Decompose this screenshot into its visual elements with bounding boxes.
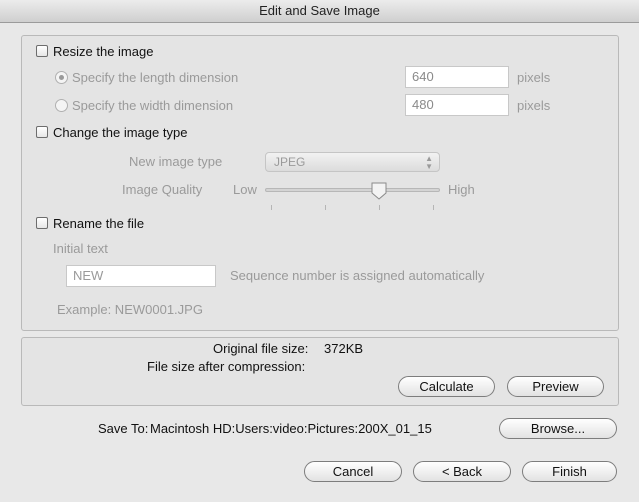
sequence-note: Sequence number is assigned automaticall… [230,268,485,283]
compressed-size-label: File size after compression: [147,359,306,374]
original-size-label: Original file size: [213,341,309,356]
rename-checkbox[interactable] [36,217,48,229]
rename-checkbox-label: Rename the file [53,216,145,231]
save-to-label: Save To: [98,421,149,436]
slider-tick [325,205,326,210]
quality-high-label: High [448,182,475,197]
length-dimension-radio[interactable] [55,71,68,84]
browse-button[interactable]: Browse... [499,418,617,439]
change-type-checkbox[interactable] [36,126,48,138]
change-type-checkbox-label: Change the image type [53,125,188,140]
slider-tick [271,205,272,210]
initial-text-label: Initial text [53,241,108,256]
initial-text-input[interactable]: NEW [66,265,216,287]
length-dimension-label: Specify the length dimension [72,70,239,85]
width-unit-label: pixels [517,98,551,113]
preview-button[interactable]: Preview [507,376,604,397]
image-type-select[interactable]: JPEG ▲ ▼ [265,152,440,172]
length-unit-label: pixels [517,70,551,85]
slider-tick [433,205,434,210]
image-type-value: JPEG [274,155,306,169]
calculate-button[interactable]: Calculate [398,376,495,397]
width-dimension-label: Specify the width dimension [72,98,234,113]
finish-button[interactable]: Finish [522,461,617,482]
quality-slider-track[interactable] [265,188,440,192]
width-dimension-radio[interactable] [55,99,68,112]
quality-low-label: Low [233,182,257,197]
slider-tick [379,205,380,210]
width-input[interactable]: 480 [405,94,509,116]
original-size-value: 372KB [324,341,364,356]
image-quality-label: Image Quality [122,182,203,197]
window-title: Edit and Save Image [0,0,639,23]
resize-checkbox-label: Resize the image [53,44,154,59]
image-type-label: New image type [129,154,223,169]
cancel-button[interactable]: Cancel [304,461,402,482]
slider-knob-icon[interactable] [371,182,387,200]
length-input[interactable]: 640 [405,66,509,88]
save-path: Macintosh HD:Users:video:Pictures:200X_0… [150,421,432,436]
example-text: Example: NEW0001.JPG [57,302,203,317]
up-down-arrows-icon: ▲ ▼ [425,154,433,171]
resize-checkbox[interactable] [36,45,48,57]
back-button[interactable]: < Back [413,461,511,482]
